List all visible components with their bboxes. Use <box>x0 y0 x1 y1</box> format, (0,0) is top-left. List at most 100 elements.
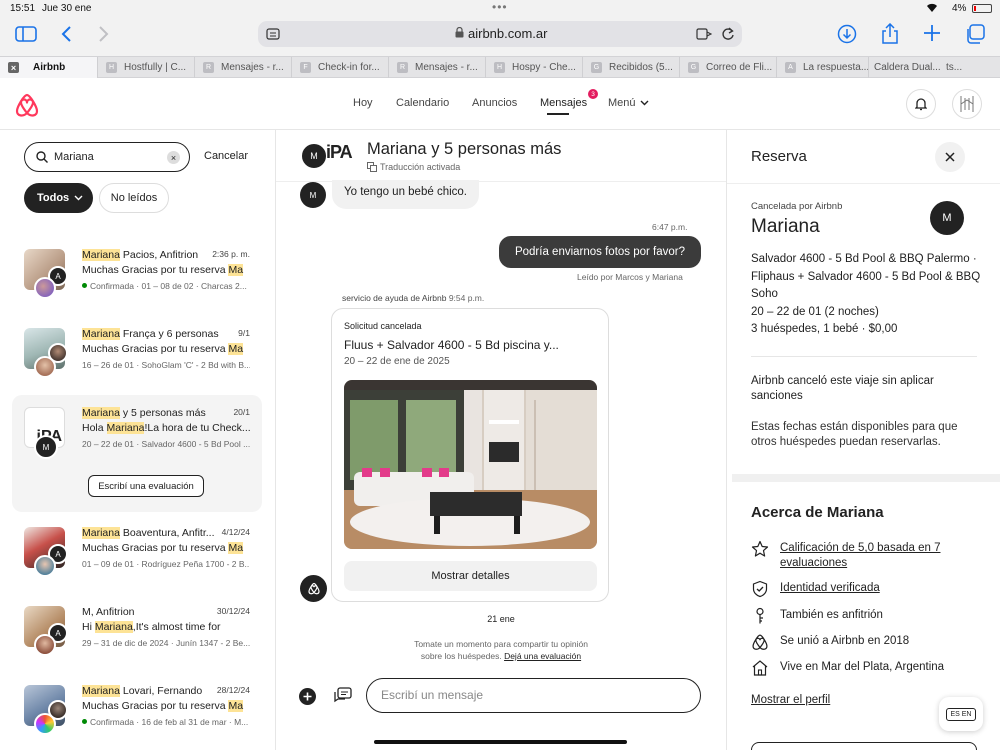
conversation-list-panel: Mariana × Cancelar Todos No leídos A Mar… <box>0 130 276 750</box>
nav-hoy[interactable]: Hoy <box>353 97 373 109</box>
browser-tab[interactable]: R Mensajes - r... <box>388 57 485 78</box>
filter-unread-button[interactable]: No leídos <box>99 183 169 213</box>
top-nav: Hoy Calendario Anuncios Mensajes 3 Menú <box>0 79 1000 130</box>
message-bubble-outgoing: Podría enviarnos fotos por favor? <box>499 236 701 268</box>
tab-label: Airbnb <box>33 62 66 73</box>
conversation-title: Mariana y 5 personas más <box>82 407 206 419</box>
browser-tab[interactable]: H Hostfully | C... <box>97 57 194 78</box>
conversation-item-selected[interactable]: iPA M Mariana y 5 personas más 20/1 Hola… <box>12 395 262 512</box>
guest-avatar <box>34 277 56 299</box>
browser-tab[interactable]: R Mensajes - r... <box>194 57 291 78</box>
browser-tab[interactable]: A La respuesta... <box>776 57 868 78</box>
cancel-search-button[interactable]: Cancelar <box>204 150 248 162</box>
leave-review-link[interactable]: Dejá una evaluación <box>504 651 581 661</box>
add-attachment-icon[interactable] <box>299 688 316 705</box>
guest-avatar <box>34 634 56 656</box>
browser-tab[interactable]: G Recibidos (5... <box>582 57 679 78</box>
conversation-preview: Muchas Gracias por tu reserva Ma <box>82 542 244 554</box>
quick-replies-icon[interactable] <box>334 687 352 704</box>
conversation-meta: Confirmada · 01 – 08 de 02 · Charcas 2..… <box>82 281 250 291</box>
back-icon[interactable] <box>60 25 72 43</box>
search-field[interactable]: Mariana × <box>24 142 190 172</box>
message-time: 6:47 p.m. <box>652 222 688 232</box>
guest-count: 3 huéspedes, 1 bebé · $0,00 <box>751 323 898 335</box>
reader-icon[interactable] <box>696 27 712 41</box>
reload-icon[interactable] <box>721 26 735 42</box>
chat-avatar: M <box>300 142 328 170</box>
tab-label: Mensajes - r... <box>415 62 478 73</box>
sidebar-toggle-icon[interactable] <box>15 26 37 42</box>
translation-status: Traducción activada <box>367 162 460 172</box>
translate-button[interactable]: ES EN <box>939 697 983 731</box>
tab-label: ts... <box>946 62 963 73</box>
nav-menu[interactable]: Menú <box>608 97 636 109</box>
card-dates: 20 – 22 de ene de 2025 <box>344 356 450 367</box>
search-input[interactable]: Mariana <box>54 151 94 163</box>
action-button-partial[interactable] <box>751 742 977 750</box>
browser-tab-active[interactable]: × Airbnb <box>0 57 97 78</box>
translate-icon: ES EN <box>946 707 976 721</box>
conversation-title: Mariana Lovari, Fernando <box>82 685 203 697</box>
chevron-down-icon[interactable] <box>640 100 649 106</box>
show-profile-link[interactable]: Mostrar el perfil <box>751 694 830 706</box>
filter-all-label: Todos <box>37 192 70 204</box>
conversation-preview: Muchas Gracias por tu reserva Ma <box>82 343 244 355</box>
verified-link[interactable]: Identidad verificada <box>780 581 980 596</box>
tab-strip: × Airbnb H Hostfully | C... R Mensajes - r… <box>0 56 1000 78</box>
filter-all-button[interactable]: Todos <box>24 183 93 213</box>
status-dot <box>82 283 87 288</box>
browser-tab[interactable]: H Hospy - Che... <box>485 57 582 78</box>
address-bar[interactable]: airbnb.com.ar <box>258 21 742 47</box>
airbnb-logo-icon[interactable] <box>15 92 39 118</box>
host-text: También es anfitrión <box>780 609 883 621</box>
close-tab-icon[interactable]: × <box>8 62 19 73</box>
nav-calendario[interactable]: Calendario <box>396 97 449 109</box>
listing-logo: iPA <box>326 142 353 162</box>
nav-mensajes[interactable]: Mensajes <box>540 97 587 109</box>
card-status: Solicitud cancelada <box>344 321 422 331</box>
conversation-date: 9/1 <box>238 328 250 338</box>
browser-tab[interactable]: G Correo de Fli... <box>679 57 776 78</box>
close-panel-button[interactable] <box>935 142 965 172</box>
guest-avatar <box>34 356 56 378</box>
favicon: H <box>106 62 117 73</box>
page-menu-icon[interactable] <box>266 27 280 41</box>
browser-tab[interactable]: ts... <box>940 57 1000 78</box>
write-review-button[interactable]: Escribí una evaluación <box>88 475 204 497</box>
battery-icon <box>972 4 992 13</box>
day-separator: 21 ene <box>487 614 515 624</box>
status-time: 15:51 <box>10 3 36 14</box>
clear-search-icon[interactable]: × <box>167 151 180 164</box>
cancel-notice-text: Estas fechas están disponibles para que … <box>751 421 958 448</box>
show-details-button[interactable]: Mostrar detalles <box>344 561 597 591</box>
messages-badge: 3 <box>588 89 598 99</box>
tab-label: Recibidos (5... <box>609 62 673 73</box>
favicon: H <box>494 62 505 73</box>
multitask-dots-icon[interactable]: ••• <box>492 0 508 14</box>
star-icon <box>751 540 769 558</box>
conversation-preview: Muchas Gracias por tu reserva Ma <box>82 264 244 276</box>
chat-title[interactable]: Mariana y 5 personas más <box>367 140 561 159</box>
message-input[interactable]: Escribí un mensaje <box>366 678 701 713</box>
joined-text: Se unió a Airbnb en 2018 <box>780 635 910 647</box>
active-tab-indicator <box>547 113 569 115</box>
new-tab-icon[interactable] <box>923 24 941 42</box>
download-icon[interactable] <box>837 24 857 44</box>
browser-tab[interactable]: F Check-in for... <box>291 57 388 78</box>
profile-avatar[interactable] <box>952 89 982 119</box>
nav-anuncios[interactable]: Anuncios <box>472 97 517 109</box>
tabs-overview-icon[interactable] <box>965 24 985 44</box>
share-icon[interactable] <box>881 23 899 44</box>
conversation-item[interactable]: Mariana Lovari, Fernando 28/12/24 Muchas… <box>12 673 262 750</box>
guest-avatar[interactable]: M <box>930 201 964 235</box>
browser-tab[interactable]: Caldera Dual... <box>868 57 946 78</box>
favicon: R <box>397 62 408 73</box>
listing-photo <box>344 380 597 549</box>
message-bubble: Yo tengo un bebé chico. <box>332 180 479 209</box>
tab-label: Caldera Dual... <box>874 62 941 73</box>
cancel-status: Cancelada por Airbnb <box>751 201 843 212</box>
forward-icon[interactable] <box>98 25 110 43</box>
rating-link[interactable]: Calificación de 5,0 basada en 7 evaluaci… <box>780 541 980 571</box>
notifications-button[interactable] <box>906 89 936 119</box>
airbnb-icon <box>751 633 769 651</box>
